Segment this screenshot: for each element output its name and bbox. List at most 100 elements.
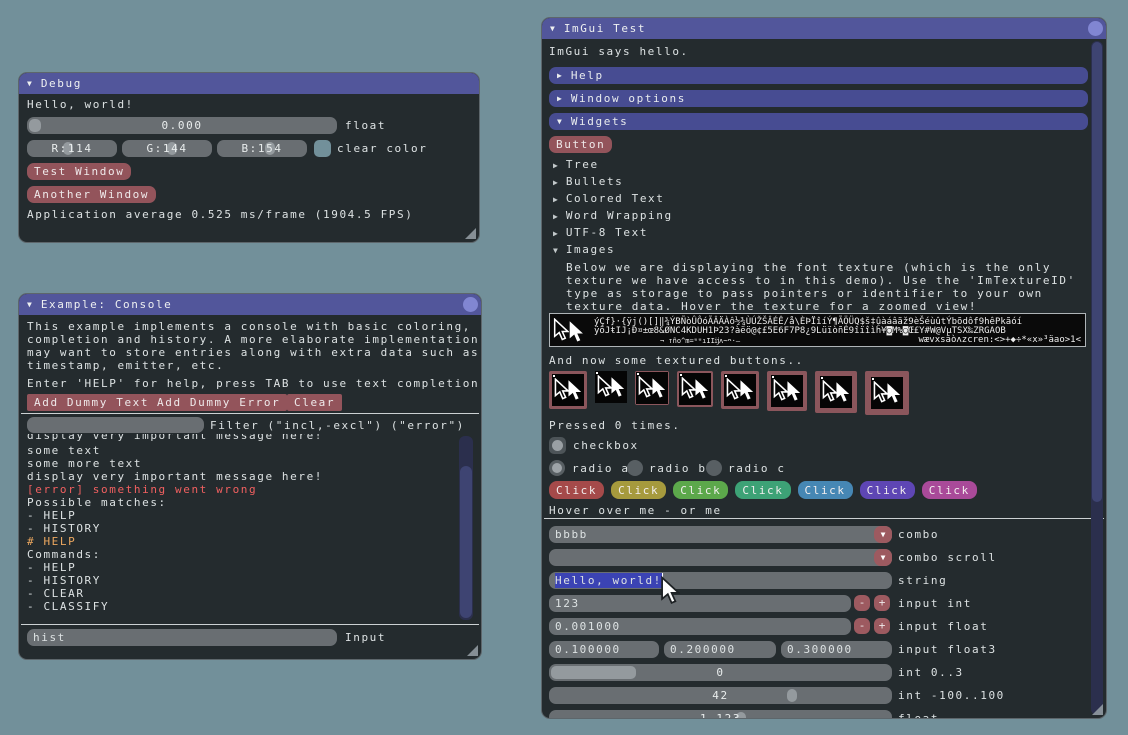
window-scrollbar[interactable] — [1091, 41, 1103, 715]
image-button[interactable] — [815, 371, 857, 413]
clear-button[interactable]: Clear — [287, 394, 342, 411]
increment-button[interactable]: + — [874, 618, 890, 634]
tree-item[interactable]: UTF-8 Text — [558, 226, 648, 239]
int-range-slider[interactable]: 42 — [549, 687, 892, 704]
close-button[interactable] — [463, 297, 478, 312]
window-title: Example: Console — [41, 298, 173, 311]
collapse-arrow-icon[interactable]: ▼ — [27, 79, 32, 88]
combo-arrow-button[interactable]: ▼ — [874, 526, 892, 543]
filter-input[interactable] — [27, 417, 204, 433]
input-float-value: 0.001000 — [555, 620, 621, 633]
input-int-field[interactable]: 123 — [549, 595, 851, 612]
collapse-arrow-icon[interactable]: ▼ — [27, 300, 32, 309]
click-button-5[interactable]: Click — [798, 481, 853, 499]
click-button-3[interactable]: Click — [673, 481, 728, 499]
cursor-texture-image — [552, 374, 584, 406]
header-widgets[interactable]: ▼ Widgets — [549, 113, 1088, 130]
image-button[interactable] — [865, 371, 909, 415]
float-slider[interactable]: 0.000 — [27, 117, 337, 134]
cursor-texture-image — [871, 377, 903, 409]
filter-label: Filter ("incl,-excl") ("error") — [210, 419, 465, 432]
resize-grip[interactable] — [1092, 704, 1103, 715]
add-dummy-text-button[interactable]: Add Dummy Text — [27, 394, 156, 411]
click-button-4[interactable]: Click — [735, 481, 790, 499]
input-float3-y[interactable]: 0.200000 — [664, 641, 776, 658]
images-desc-line: type as storage to pass pointers or iden… — [566, 287, 1043, 300]
image-button[interactable] — [595, 371, 627, 403]
image-button[interactable] — [677, 371, 713, 407]
input-float3-x[interactable]: 0.100000 — [549, 641, 659, 658]
input-float3-z-value: 0.300000 — [787, 643, 853, 656]
g-slider[interactable]: G:144 — [122, 140, 212, 157]
pressed-count-text: Pressed 0 times. — [549, 419, 681, 432]
combo-scroll-arrow-button[interactable]: ▼ — [874, 549, 892, 566]
combo-scroll-box[interactable] — [549, 549, 892, 566]
b-slider[interactable]: B:154 — [217, 140, 307, 157]
log-line: Possible matches: — [27, 496, 167, 509]
string-input[interactable]: Hello, world! — [549, 572, 892, 589]
radio-b[interactable] — [627, 460, 643, 476]
image-button[interactable] — [721, 371, 759, 409]
log-scrollbar[interactable] — [459, 436, 473, 620]
click-button-1[interactable]: Click — [549, 481, 604, 499]
radio-b-label: radio b — [649, 462, 707, 475]
slider-value: R:114 — [27, 142, 117, 155]
click-button-7[interactable]: Click — [922, 481, 977, 499]
radio-a[interactable] — [549, 460, 565, 476]
resize-grip[interactable] — [465, 228, 476, 239]
hover-text[interactable]: Hover over me - or me — [549, 504, 722, 517]
input-float3-z[interactable]: 0.300000 — [781, 641, 892, 658]
intro-line: may want to store entries along with ext… — [27, 346, 479, 359]
debug-titlebar[interactable]: ▼ Debug — [19, 73, 479, 94]
scrollbar-grab[interactable] — [1092, 42, 1102, 502]
separator — [21, 413, 479, 414]
tree-item[interactable]: Tree — [558, 158, 599, 171]
input-int-value: 123 — [555, 597, 580, 610]
image-button[interactable] — [767, 371, 807, 411]
input-float-label: input float — [898, 620, 988, 633]
click-button-6[interactable]: Click — [860, 481, 915, 499]
add-dummy-error-button[interactable]: Add Dummy Error — [150, 394, 287, 411]
int-slider[interactable]: 0 — [549, 664, 892, 681]
tree-item[interactable]: Bullets — [558, 175, 624, 188]
font-texture-image[interactable]: ýÇf}·{ÿj()[]‖¾ÝBÑòÛÔóÃÂÄÀô½¾ÙÚŽŠÂÉÊ/å\ÈÞ… — [549, 313, 1086, 347]
window-title: ImGui Test — [564, 22, 646, 35]
click-button-2[interactable]: Click — [611, 481, 666, 499]
slider-value: 1.123 — [549, 712, 892, 719]
console-input[interactable]: hist — [27, 629, 337, 646]
header-help[interactable]: ▶ Help — [549, 67, 1088, 84]
console-titlebar[interactable]: ▼ Example: Console — [19, 294, 481, 315]
button-widget[interactable]: Button — [549, 136, 612, 153]
decrement-button[interactable]: - — [854, 595, 870, 611]
hello-text: ImGui says hello. — [549, 45, 689, 58]
r-slider[interactable]: R:114 — [27, 140, 117, 157]
scrollbar-grab[interactable] — [460, 466, 472, 618]
combo-box[interactable]: bbbb — [549, 526, 892, 543]
float-slider-label: float — [345, 119, 386, 132]
collapse-arrow-icon[interactable]: ▼ — [550, 24, 555, 33]
log-line: Commands: — [27, 548, 101, 561]
resize-grip[interactable] — [467, 645, 478, 656]
input-int-label: input int — [898, 597, 972, 610]
image-button[interactable] — [549, 371, 587, 409]
log-line: - HELP — [27, 561, 76, 574]
checkbox[interactable] — [549, 437, 566, 454]
test-window-button[interactable]: Test Window — [27, 163, 131, 180]
input-float-field[interactable]: 0.001000 — [549, 618, 851, 635]
imgui-titlebar[interactable]: ▼ ImGui Test — [542, 18, 1106, 39]
increment-button[interactable]: + — [874, 595, 890, 611]
click-buttons-row: Click Click Click Click Click Click Clic… — [549, 481, 977, 499]
tree-item[interactable]: Word Wrapping — [558, 209, 673, 222]
decrement-button[interactable]: - — [854, 618, 870, 634]
log-region[interactable]: display very important message here! som… — [19, 434, 481, 621]
float-range-slider[interactable]: 1.123 — [549, 710, 892, 719]
log-line-command: # HELP — [27, 535, 76, 548]
image-button[interactable] — [635, 371, 669, 405]
header-label: Widgets — [571, 115, 629, 128]
another-window-button[interactable]: Another Window — [27, 186, 156, 203]
tree-item[interactable]: Colored Text — [558, 192, 665, 205]
tree-item-images[interactable]: Images — [558, 243, 615, 256]
close-button[interactable] — [1088, 21, 1103, 36]
header-window-options[interactable]: ▶ Window options — [549, 90, 1088, 107]
radio-c[interactable] — [706, 460, 722, 476]
